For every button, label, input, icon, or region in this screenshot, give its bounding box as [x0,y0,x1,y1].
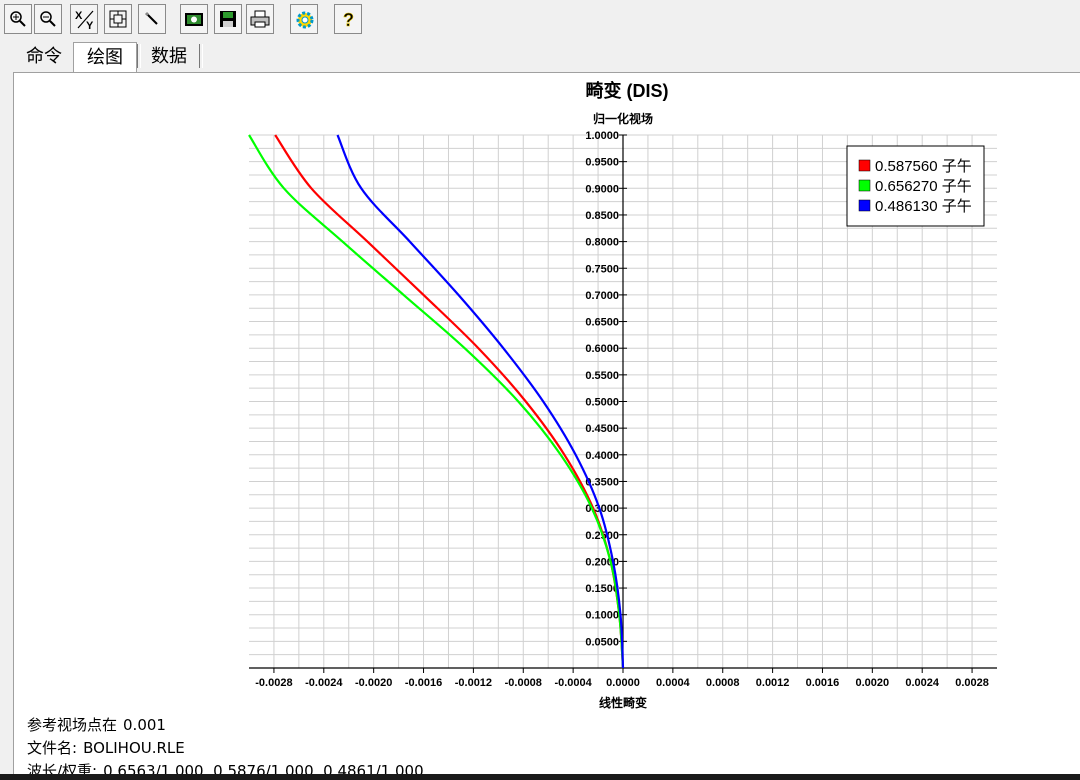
info-file-name: 文件名: BOLIHOU.RLE [27,737,185,758]
x-tick-label: 0.0020 [856,677,890,689]
x-tick-label: 0.0012 [756,677,790,689]
y-tick-label: 0.7500 [585,263,619,275]
y-tick-label: 0.5500 [585,370,619,382]
y-tick-label: 0.6000 [585,343,619,355]
window-bottom-edge [0,774,1080,780]
legend-swatch-green [858,179,871,192]
legend-swatch-blue [858,199,871,212]
info-wavelength-weight: 波长/权重: 0.6563/1.000 0.5876/1.000 0.4861/1… [27,760,424,774]
x-tick-label: 0.0016 [806,677,840,689]
y-tick-label: 0.4500 [585,423,619,435]
x-tick-label: -0.0028 [255,677,292,689]
x-tick-label: 0.0028 [955,677,989,689]
legend-label: 0.587560 子午 [875,158,972,175]
y-tick-label: 0.7000 [585,290,619,302]
x-tick-label: -0.0016 [405,677,442,689]
y-tick-label: 0.1000 [585,610,619,622]
info-reference-field: 参考视场点在 0.001 [27,714,166,735]
chart-title: 畸变 (DIS) [586,80,669,101]
y-tick-label: 0.8500 [585,210,619,222]
x-tick-label: 0.0000 [606,677,640,689]
legend-label: 0.486130 子午 [875,198,972,215]
y-tick-label: 0.9500 [585,157,619,169]
y-tick-label: 0.9000 [585,183,619,195]
wavelength-weight-value: 0.6563/1.000 0.5876/1.000 0.4861/1.000 [103,762,424,774]
legend-label: 0.656270 子午 [875,178,972,195]
y-tick-label: 0.8000 [585,237,619,249]
x-tick-label: -0.0008 [505,677,542,689]
file-name-label: 文件名: [27,739,78,757]
legend-swatch-red [858,159,871,172]
wavelength-weight-label: 波长/权重: [27,762,98,774]
reference-field-value: 0.001 [123,716,166,734]
y-axis-label: 归一化视场 [593,111,653,126]
x-tick-label: 0.0024 [905,677,940,689]
distortion-chart: 畸变 (DIS) 归一化视场 -0.0028 -0.0024 -0.0020 -0.0… [248,80,997,710]
y-tick-label: 0.4000 [585,450,619,462]
y-tick-label: 0.5000 [585,397,619,409]
y-tick-label: 0.0500 [585,636,619,648]
x-tick-label: -0.0024 [305,677,343,689]
y-tick-label: 0.6500 [585,317,619,329]
y-tick-label: 0.1500 [585,583,619,595]
x-tick-label: -0.0004 [554,677,592,689]
file-name-value: BOLIHOU.RLE [83,739,185,757]
legend: 0.587560 子午 0.656270 子午 0.486130 子午 [846,145,985,227]
x-tick-label: 0.0008 [706,677,740,689]
x-tick-label: -0.0020 [355,677,392,689]
reference-field-label: 参考视场点在 [27,716,118,734]
x-tick-label: 0.0004 [656,677,691,689]
y-tick-label: 1.0000 [585,130,619,142]
x-tick-label: -0.0012 [455,677,492,689]
x-axis-label: 线性畸变 [599,695,647,710]
